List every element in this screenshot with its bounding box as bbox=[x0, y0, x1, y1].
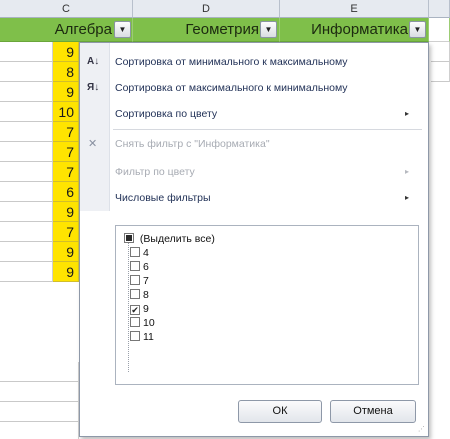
filter-value-label: 6 bbox=[143, 261, 149, 273]
empty-cell[interactable] bbox=[431, 62, 450, 82]
submenu-arrow-icon: ▸ bbox=[404, 193, 409, 202]
checkbox-unchecked-icon[interactable] bbox=[130, 317, 140, 327]
algebra-value-cell[interactable]: 9 bbox=[53, 202, 79, 222]
column-header-e[interactable]: E bbox=[280, 0, 429, 18]
column-header-d[interactable]: D bbox=[133, 0, 280, 18]
table-cell[interactable] bbox=[0, 162, 53, 182]
algebra-value-cell[interactable]: 9 bbox=[53, 42, 79, 62]
table-cell[interactable] bbox=[0, 122, 53, 142]
table-header-geometry: Геометрия bbox=[133, 18, 280, 42]
algebra-value-cell[interactable]: 9 bbox=[53, 262, 79, 282]
filter-value-checkbox-row[interactable]: 8 bbox=[130, 288, 149, 302]
checkbox-unchecked-icon[interactable] bbox=[130, 289, 140, 299]
sort-by-color-label: Сортировка по цвету bbox=[115, 108, 218, 120]
select-all-label: (Выделить все) bbox=[139, 233, 215, 245]
ok-button[interactable]: ОК bbox=[238, 400, 322, 423]
filter-value-checkbox-row[interactable]: 11 bbox=[130, 330, 154, 344]
clear-filter-item[interactable]: Снять фильтр с "Информатика" bbox=[115, 133, 270, 155]
table-cell[interactable] bbox=[0, 202, 53, 222]
sort-za-icon: Я↓ bbox=[87, 82, 100, 93]
algebra-value-cell[interactable]: 6 bbox=[53, 182, 79, 202]
submenu-arrow-icon: ▸ bbox=[404, 167, 409, 176]
menu-separator bbox=[113, 129, 422, 130]
algebra-value-cell[interactable]: 10 bbox=[53, 102, 79, 122]
algebra-value-cell[interactable]: 7 bbox=[53, 142, 79, 162]
checkbox-unchecked-icon[interactable] bbox=[130, 331, 140, 341]
checkbox-unchecked-icon[interactable] bbox=[130, 261, 140, 271]
number-filters-item[interactable]: Числовые фильтры ▸ bbox=[115, 187, 421, 209]
filter-dropdown-algebra-button[interactable]: ▼ bbox=[114, 21, 131, 38]
sort-az-icon: A↓ bbox=[87, 56, 100, 67]
table-cell[interactable] bbox=[0, 142, 53, 162]
sort-descending-item[interactable]: Сортировка от максимального к минимально… bbox=[115, 77, 348, 99]
sort-ascending-item[interactable]: Сортировка от минимального к максимально… bbox=[115, 51, 348, 73]
algebra-value-cell[interactable]: 7 bbox=[53, 162, 79, 182]
column-header-c[interactable]: C bbox=[0, 0, 133, 18]
resize-grip-icon[interactable]: ⋰ bbox=[418, 426, 426, 434]
table-cell[interactable] bbox=[0, 82, 53, 102]
filter-value-checkbox-row[interactable]: ✔ 9 bbox=[130, 302, 149, 316]
filter-value-label: 7 bbox=[143, 275, 149, 287]
filter-value-label: 4 bbox=[143, 247, 149, 259]
empty-cell[interactable] bbox=[0, 382, 79, 402]
filter-by-color-label: Фильтр по цвету bbox=[115, 166, 195, 178]
number-filters-label: Числовые фильтры bbox=[115, 192, 211, 204]
algebra-value-cell[interactable]: 7 bbox=[53, 122, 79, 142]
empty-cell[interactable] bbox=[0, 422, 79, 439]
filter-value-checkbox-row[interactable]: 7 bbox=[130, 274, 149, 288]
empty-cell[interactable] bbox=[0, 362, 79, 382]
table-cell[interactable] bbox=[0, 42, 53, 62]
empty-cell[interactable] bbox=[0, 402, 79, 422]
table-header-blank bbox=[429, 18, 450, 42]
filter-value-checkbox-row[interactable]: 10 bbox=[130, 316, 155, 330]
filter-dropdown-informatics-button[interactable]: ▼ bbox=[409, 21, 426, 38]
cancel-button[interactable]: Отмена bbox=[330, 400, 416, 423]
checkbox-indeterminate-icon[interactable] bbox=[124, 233, 134, 243]
filter-value-checkbox-row[interactable]: 4 bbox=[130, 246, 149, 260]
column-header-f[interactable] bbox=[429, 0, 450, 18]
algebra-value-cell[interactable]: 7 bbox=[53, 222, 79, 242]
filter-by-color-item[interactable]: Фильтр по цвету ▸ bbox=[115, 161, 421, 183]
filter-value-label: 11 bbox=[143, 331, 154, 343]
filter-value-label: 10 bbox=[143, 317, 155, 329]
table-cell[interactable] bbox=[0, 242, 53, 262]
submenu-arrow-icon: ▸ bbox=[404, 109, 409, 118]
table-header-informatics: Информатика bbox=[280, 18, 429, 42]
checkbox-checked-icon[interactable]: ✔ bbox=[130, 305, 140, 315]
autofilter-dropdown-panel: A↓ Сортировка от минимального к максимал… bbox=[79, 42, 429, 437]
select-all-checkbox-row[interactable]: (Выделить все) bbox=[124, 232, 215, 246]
algebra-value-cell[interactable]: 9 bbox=[53, 242, 79, 262]
table-cell[interactable] bbox=[0, 62, 53, 82]
filter-value-label: 9 bbox=[143, 303, 149, 315]
checkbox-unchecked-icon[interactable] bbox=[130, 275, 140, 285]
table-cell[interactable] bbox=[0, 102, 53, 122]
filter-dropdown-geometry-button[interactable]: ▼ bbox=[260, 21, 277, 38]
algebra-value-cell[interactable]: 9 bbox=[53, 82, 79, 102]
filter-value-label: 8 bbox=[143, 289, 149, 301]
clear-filter-icon: ✕ bbox=[88, 138, 98, 150]
algebra-value-cell[interactable]: 8 bbox=[53, 62, 79, 82]
table-cell[interactable] bbox=[0, 182, 53, 202]
empty-cell[interactable] bbox=[431, 42, 450, 62]
filter-value-checkbox-row[interactable]: 6 bbox=[130, 260, 149, 274]
table-cell[interactable] bbox=[0, 222, 53, 242]
filter-values-list[interactable]: (Выделить все) 4 6 7 8 ✔ 9 10 11 bbox=[115, 225, 419, 385]
sort-by-color-item[interactable]: Сортировка по цвету ▸ bbox=[115, 103, 421, 125]
checkbox-unchecked-icon[interactable] bbox=[130, 247, 140, 257]
tree-connector-line bbox=[128, 240, 129, 372]
table-cell[interactable] bbox=[0, 262, 53, 282]
